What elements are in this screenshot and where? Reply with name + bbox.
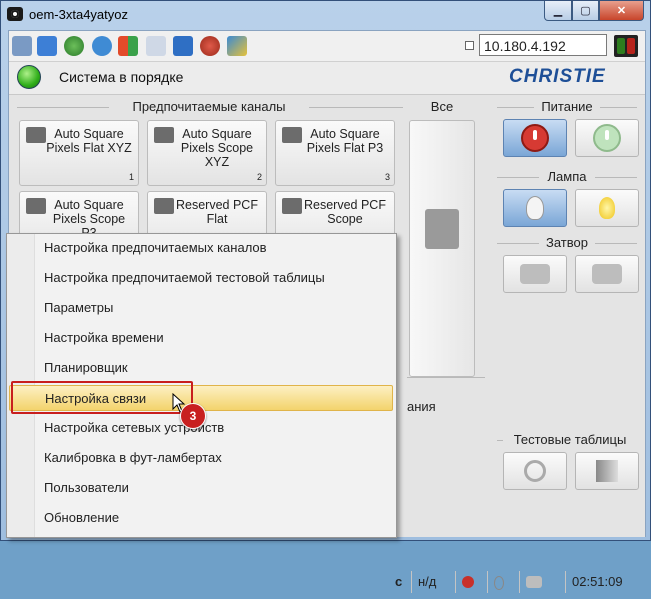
shutter-icon xyxy=(592,264,622,284)
menu-item-preferred-channels[interactable]: Настройка предпочитаемых каналов xyxy=(9,235,393,261)
divider xyxy=(407,377,485,378)
channel-number: 2 xyxy=(256,172,262,182)
footer-shutter-icon xyxy=(519,571,550,593)
menu-item-scheduler[interactable]: Планировщик xyxy=(9,355,393,381)
thermometer-icon[interactable] xyxy=(173,36,193,56)
globe-icon[interactable] xyxy=(64,36,84,56)
clapper-icon xyxy=(26,198,46,214)
channel-label: Reserved PCF Scope xyxy=(304,198,386,226)
menu-item-label: Обновление xyxy=(44,510,120,525)
partial-label: ания xyxy=(407,399,436,414)
minimize-button[interactable]: ▁ xyxy=(544,1,572,21)
ip-indicator xyxy=(465,41,474,50)
footer-bar: с н/д 02:51:09 xyxy=(389,565,645,599)
menu-item-label: Настройка предпочитаемых каналов xyxy=(44,240,267,255)
power-icon xyxy=(593,124,621,152)
no-pattern-icon xyxy=(524,460,546,482)
windows-icon[interactable] xyxy=(118,36,138,56)
title-bar: oem-3xta4yatyoz ▁ ▢ ✕ xyxy=(1,1,650,29)
lamp-header: Лампа xyxy=(539,169,595,184)
close-button[interactable]: ✕ xyxy=(599,1,644,21)
status-text: Система в порядке xyxy=(59,69,184,85)
shutter-open-button[interactable] xyxy=(503,255,567,293)
channel-number: 1 xyxy=(128,172,134,182)
channel-label: Auto Square Pixels Scope XYZ xyxy=(180,127,254,169)
app-eye-icon xyxy=(7,7,23,21)
channel-label: Auto Square Pixels Flat XYZ xyxy=(46,127,132,155)
tools-icon[interactable] xyxy=(227,36,247,56)
bulb-on-icon xyxy=(599,197,615,219)
annotation-step-badge: 3 xyxy=(180,403,206,429)
clapper-icon xyxy=(26,127,46,143)
window-controls: ▁ ▢ ✕ xyxy=(544,1,644,21)
status-bar: Система в порядке CHRISTIE xyxy=(9,62,645,92)
test-patterns-header: Тестовые таблицы xyxy=(503,432,637,447)
all-header: Все xyxy=(430,99,454,114)
footer-power-icon xyxy=(455,571,484,593)
power-on-button[interactable] xyxy=(503,119,567,157)
power-icon xyxy=(521,124,549,152)
preferred-channels-header: Предпочитаемые каналы xyxy=(109,99,309,114)
power-header: Питание xyxy=(534,99,600,114)
lamp-on-button[interactable] xyxy=(575,189,639,227)
clapper-icon xyxy=(282,127,302,143)
menu-item-label: Калибровка в фут-ламбертах xyxy=(44,450,222,465)
shutter-icon xyxy=(520,264,550,284)
clapper-icon xyxy=(154,198,174,214)
test-pattern-button[interactable] xyxy=(575,452,639,490)
bulb-off-icon xyxy=(526,196,544,220)
channel-label: Auto Square Pixels Flat P3 xyxy=(306,127,384,155)
ip-address-field[interactable]: 10.180.4.192 xyxy=(479,34,607,56)
pattern-icon xyxy=(596,460,618,482)
channel-button-2[interactable]: Auto Square Pixels Scope XYZ 2 xyxy=(147,120,267,186)
power-off-button[interactable] xyxy=(575,119,639,157)
window-icon[interactable] xyxy=(37,36,57,56)
footer-bulb-icon xyxy=(487,571,516,593)
menu-item-label: Настройка предпочитаемой тестовой таблиц… xyxy=(44,270,325,285)
cad-icon[interactable] xyxy=(12,36,32,56)
channel-label: Reserved PCF Flat xyxy=(176,198,258,226)
clapper-icon xyxy=(154,127,174,143)
menu-item-label: Пользователи xyxy=(44,480,129,495)
channel-button-3[interactable]: Auto Square Pixels Flat P3 3 xyxy=(275,120,395,186)
shutter-header: Затвор xyxy=(539,235,595,250)
footer-na: н/д xyxy=(411,571,442,593)
channel-number: 3 xyxy=(384,172,390,182)
footer-clock: 02:51:09 xyxy=(565,571,644,593)
network-error-icon[interactable] xyxy=(200,36,220,56)
menu-item-label: Параметры xyxy=(44,300,114,315)
menu-item-parameters[interactable]: Параметры xyxy=(9,295,393,321)
all-channels-button[interactable] xyxy=(409,120,475,377)
refresh-icon[interactable] xyxy=(92,36,112,56)
footer-partial: с xyxy=(395,574,403,589)
menu-item-users[interactable]: Пользователи xyxy=(9,475,393,501)
channel-button-1[interactable]: Auto Square Pixels Flat XYZ 1 xyxy=(19,120,139,186)
status-ok-icon xyxy=(17,65,41,89)
test-pattern-off-button[interactable] xyxy=(503,452,567,490)
clapper-stack-icon xyxy=(425,209,459,249)
window-title: oem-3xta4yatyoz xyxy=(29,7,128,22)
menu-item-footlambert-calibration[interactable]: Калибровка в фут-ламбертах xyxy=(9,445,393,471)
christie-logo: CHRISTIE xyxy=(509,66,606,87)
shutter-close-button[interactable] xyxy=(575,255,639,293)
maximize-button[interactable]: ▢ xyxy=(572,1,599,21)
lamp-off-button[interactable] xyxy=(503,189,567,227)
clapper-icon xyxy=(282,198,302,214)
connection-signal-icon xyxy=(614,35,638,57)
menu-item-label: Планировщик xyxy=(44,360,128,375)
menu-item-update[interactable]: Обновление xyxy=(9,505,393,531)
annotation-highlight-box xyxy=(11,381,193,414)
menu-item-time-setup[interactable]: Настройка времени xyxy=(9,325,393,351)
abc-icon[interactable] xyxy=(146,36,166,56)
toolbar: 10.180.4.192 xyxy=(9,31,645,62)
menu-item-label: Настройка времени xyxy=(44,330,164,345)
menu-item-preferred-test-pattern[interactable]: Настройка предпочитаемой тестовой таблиц… xyxy=(9,265,393,291)
